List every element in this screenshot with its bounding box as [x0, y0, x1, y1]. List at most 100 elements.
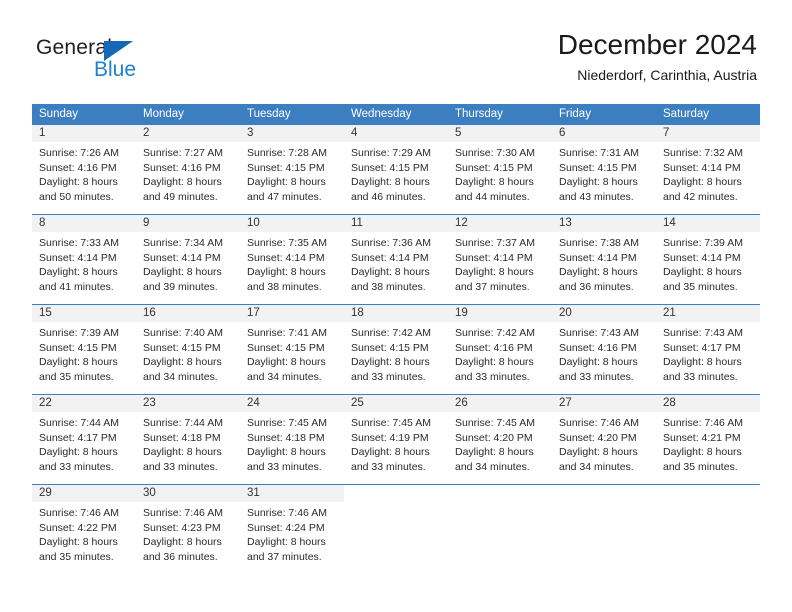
sunset-text: Sunset: 4:15 PM	[351, 161, 429, 174]
general-blue-logo[interactable]: General Blue	[36, 36, 196, 84]
sunrise-text: Sunrise: 7:35 AM	[247, 237, 327, 249]
day-number: 28	[656, 395, 760, 412]
day-cell[interactable]: 26 Sunrise: 7:45 AM Sunset: 4:20 PM Dayligh…	[448, 395, 552, 484]
day-cell[interactable]: 31 Sunrise: 7:46 AM Sunset: 4:24 PM Dayligh…	[240, 485, 344, 574]
sunset-text: Sunset: 4:14 PM	[455, 251, 533, 264]
day-cell[interactable]: 21 Sunrise: 7:43 AM Sunset: 4:17 PM Dayligh…	[656, 305, 760, 394]
sunset-text: Sunset: 4:20 PM	[455, 431, 533, 444]
day-details: Sunrise: 7:43 AM Sunset: 4:17 PM Daylight:…	[656, 322, 760, 384]
day-cell[interactable]: 14 Sunrise: 7:39 AM Sunset: 4:14 PM Dayligh…	[656, 215, 760, 304]
sunrise-text: Sunrise: 7:40 AM	[143, 327, 223, 339]
daylight-text-line2: and 36 minutes.	[143, 550, 218, 563]
sunset-text: Sunset: 4:19 PM	[351, 431, 429, 444]
day-cell[interactable]: 15 Sunrise: 7:39 AM Sunset: 4:15 PM Dayligh…	[32, 305, 136, 394]
day-cell[interactable]: 29 Sunrise: 7:46 AM Sunset: 4:22 PM Dayligh…	[32, 485, 136, 574]
day-details	[344, 502, 448, 506]
calendar-page: General Blue December 2024 Niederdorf, C…	[0, 0, 792, 612]
daylight-text-line2: and 44 minutes.	[455, 190, 530, 203]
daylight-text-line1: Daylight: 8 hours	[351, 176, 430, 188]
sunrise-text: Sunrise: 7:26 AM	[39, 147, 119, 159]
day-cell[interactable]: 30 Sunrise: 7:46 AM Sunset: 4:23 PM Dayligh…	[136, 485, 240, 574]
day-details: Sunrise: 7:26 AM Sunset: 4:16 PM Daylight:…	[32, 142, 136, 204]
day-cell[interactable]: 9 Sunrise: 7:34 AM Sunset: 4:14 PM Daylight…	[136, 215, 240, 304]
day-cell[interactable]: 18 Sunrise: 7:42 AM Sunset: 4:15 PM Dayligh…	[344, 305, 448, 394]
day-cell[interactable]: 4 Sunrise: 7:29 AM Sunset: 4:15 PM Daylight…	[344, 125, 448, 214]
title-block: December 2024 Niederdorf, Carinthia, Aus…	[558, 28, 757, 84]
weekday-header-sunday: Sunday	[39, 108, 79, 120]
sunset-text: Sunset: 4:24 PM	[247, 521, 325, 534]
day-cell[interactable]: 24 Sunrise: 7:45 AM Sunset: 4:18 PM Dayligh…	[240, 395, 344, 484]
sunset-text: Sunset: 4:18 PM	[143, 431, 221, 444]
daylight-text-line2: and 38 minutes.	[247, 280, 322, 293]
sunrise-text: Sunrise: 7:42 AM	[455, 327, 535, 339]
sunset-text: Sunset: 4:14 PM	[39, 251, 117, 264]
day-cell[interactable]: 27 Sunrise: 7:46 AM Sunset: 4:20 PM Dayligh…	[552, 395, 656, 484]
day-cell[interactable]: 20 Sunrise: 7:43 AM Sunset: 4:16 PM Dayligh…	[552, 305, 656, 394]
day-details: Sunrise: 7:40 AM Sunset: 4:15 PM Daylight:…	[136, 322, 240, 384]
daylight-text-line1: Daylight: 8 hours	[663, 176, 742, 188]
day-details: Sunrise: 7:46 AM Sunset: 4:24 PM Daylight:…	[240, 502, 344, 564]
day-cell[interactable]: 2 Sunrise: 7:27 AM Sunset: 4:16 PM Daylight…	[136, 125, 240, 214]
day-details: Sunrise: 7:28 AM Sunset: 4:15 PM Daylight:…	[240, 142, 344, 204]
day-number: 9	[136, 215, 240, 232]
page-subtitle: Niederdorf, Carinthia, Austria	[577, 67, 757, 83]
day-details: Sunrise: 7:44 AM Sunset: 4:18 PM Daylight:…	[136, 412, 240, 474]
sunrise-text: Sunrise: 7:43 AM	[663, 327, 743, 339]
weekday-header-monday: Monday	[143, 108, 184, 120]
weekday-header-wednesday: Wednesday	[351, 108, 412, 120]
daylight-text-line2: and 33 minutes.	[455, 370, 530, 383]
sunrise-text: Sunrise: 7:39 AM	[663, 237, 743, 249]
day-cell[interactable]: 8 Sunrise: 7:33 AM Sunset: 4:14 PM Daylight…	[32, 215, 136, 304]
daylight-text-line1: Daylight: 8 hours	[143, 266, 222, 278]
daylight-text-line1: Daylight: 8 hours	[39, 536, 118, 548]
sunset-text: Sunset: 4:15 PM	[247, 341, 325, 354]
day-cell[interactable]: 25 Sunrise: 7:45 AM Sunset: 4:19 PM Dayligh…	[344, 395, 448, 484]
day-number: 7	[656, 125, 760, 142]
day-number: 14	[656, 215, 760, 232]
day-cell[interactable]: 12 Sunrise: 7:37 AM Sunset: 4:14 PM Dayligh…	[448, 215, 552, 304]
day-cell[interactable]: 13 Sunrise: 7:38 AM Sunset: 4:14 PM Dayligh…	[552, 215, 656, 304]
day-cell[interactable]: 1 Sunrise: 7:26 AM Sunset: 4:16 PM Daylight…	[32, 125, 136, 214]
sunrise-text: Sunrise: 7:32 AM	[663, 147, 743, 159]
day-cell[interactable]: 11 Sunrise: 7:36 AM Sunset: 4:14 PM Dayligh…	[344, 215, 448, 304]
daylight-text-line1: Daylight: 8 hours	[663, 446, 742, 458]
day-number: 11	[344, 215, 448, 232]
day-cell[interactable]: 7 Sunrise: 7:32 AM Sunset: 4:14 PM Daylight…	[656, 125, 760, 214]
day-cell[interactable]: 10 Sunrise: 7:35 AM Sunset: 4:14 PM Dayligh…	[240, 215, 344, 304]
sunrise-text: Sunrise: 7:45 AM	[351, 417, 431, 429]
day-cell[interactable]: 28 Sunrise: 7:46 AM Sunset: 4:21 PM Dayligh…	[656, 395, 760, 484]
day-cell-empty	[448, 485, 552, 574]
day-number: 4	[344, 125, 448, 142]
day-cell[interactable]: 16 Sunrise: 7:40 AM Sunset: 4:15 PM Dayligh…	[136, 305, 240, 394]
day-details: Sunrise: 7:45 AM Sunset: 4:18 PM Daylight:…	[240, 412, 344, 474]
day-details: Sunrise: 7:46 AM Sunset: 4:21 PM Daylight:…	[656, 412, 760, 474]
day-number: 10	[240, 215, 344, 232]
sunrise-text: Sunrise: 7:39 AM	[39, 327, 119, 339]
sunrise-text: Sunrise: 7:30 AM	[455, 147, 535, 159]
day-details: Sunrise: 7:46 AM Sunset: 4:20 PM Daylight:…	[552, 412, 656, 474]
day-number: 20	[552, 305, 656, 322]
day-details: Sunrise: 7:29 AM Sunset: 4:15 PM Daylight:…	[344, 142, 448, 204]
sunrise-text: Sunrise: 7:28 AM	[247, 147, 327, 159]
day-details: Sunrise: 7:39 AM Sunset: 4:15 PM Daylight:…	[32, 322, 136, 384]
day-cell[interactable]: 17 Sunrise: 7:41 AM Sunset: 4:15 PM Dayligh…	[240, 305, 344, 394]
week-row: 1 Sunrise: 7:26 AM Sunset: 4:16 PM Daylight…	[32, 125, 760, 214]
sunrise-text: Sunrise: 7:34 AM	[143, 237, 223, 249]
day-number: 12	[448, 215, 552, 232]
day-number: 13	[552, 215, 656, 232]
daylight-text-line1: Daylight: 8 hours	[663, 266, 742, 278]
day-cell[interactable]: 19 Sunrise: 7:42 AM Sunset: 4:16 PM Dayligh…	[448, 305, 552, 394]
day-cell[interactable]: 23 Sunrise: 7:44 AM Sunset: 4:18 PM Dayligh…	[136, 395, 240, 484]
daylight-text-line2: and 34 minutes.	[143, 370, 218, 383]
day-cell[interactable]: 22 Sunrise: 7:44 AM Sunset: 4:17 PM Dayligh…	[32, 395, 136, 484]
day-cell[interactable]: 5 Sunrise: 7:30 AM Sunset: 4:15 PM Daylight…	[448, 125, 552, 214]
sunset-text: Sunset: 4:16 PM	[39, 161, 117, 174]
daylight-text-line2: and 35 minutes.	[39, 550, 114, 563]
day-cell[interactable]: 3 Sunrise: 7:28 AM Sunset: 4:15 PM Daylight…	[240, 125, 344, 214]
day-details: Sunrise: 7:43 AM Sunset: 4:16 PM Daylight:…	[552, 322, 656, 384]
day-details: Sunrise: 7:30 AM Sunset: 4:15 PM Daylight:…	[448, 142, 552, 204]
day-cell[interactable]: 6 Sunrise: 7:31 AM Sunset: 4:15 PM Daylight…	[552, 125, 656, 214]
day-number: 2	[136, 125, 240, 142]
weekday-header-friday: Friday	[559, 108, 591, 120]
sunrise-text: Sunrise: 7:46 AM	[143, 507, 223, 519]
